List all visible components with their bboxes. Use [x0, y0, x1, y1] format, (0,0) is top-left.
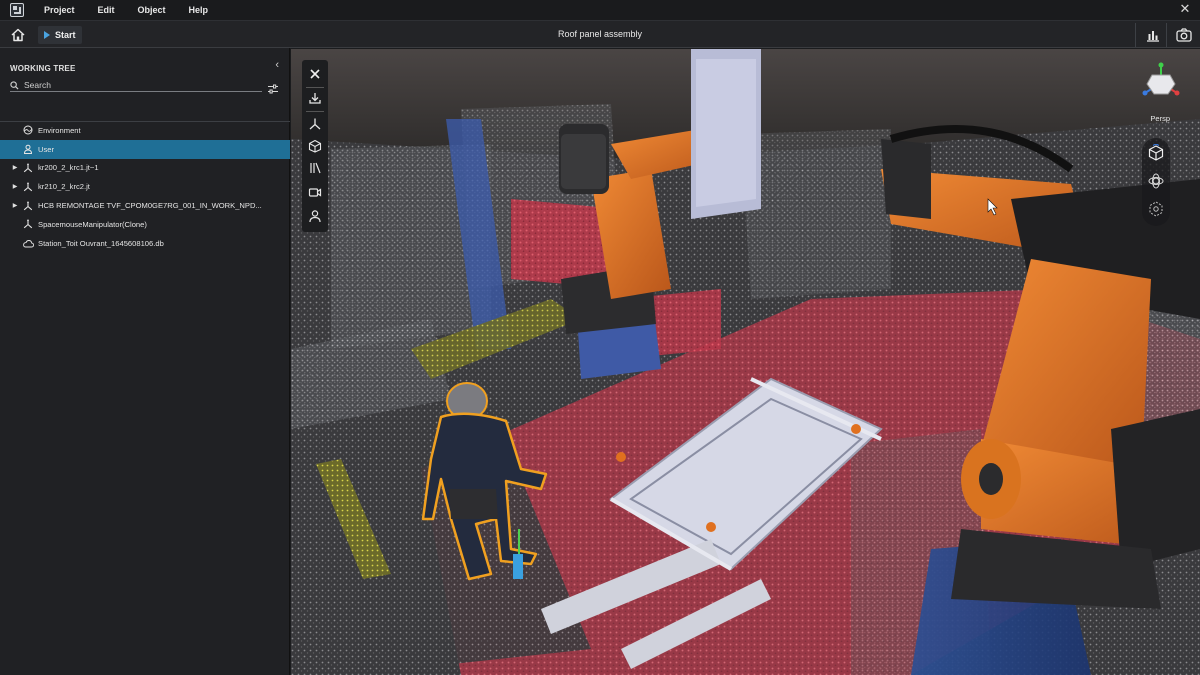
tree-item-station-point-cloud[interactable]: ▶ Station_Toit Ouvrant_1645608106.db [0, 234, 290, 253]
scene-render [291, 49, 1200, 675]
tree-item-user[interactable]: ▶ User [0, 139, 290, 159]
filter-settings-icon[interactable] [267, 81, 279, 94]
menu-help[interactable]: Help [189, 5, 209, 15]
environment-icon [22, 124, 34, 136]
toolbar-divider [306, 87, 324, 88]
tree-item-environment[interactable]: ▶ Environment [0, 121, 290, 140]
app-logo-icon [10, 3, 24, 17]
axes-icon [22, 181, 34, 193]
view-mode-label[interactable]: Persp [1150, 114, 1170, 123]
toolbar-divider [1135, 23, 1136, 47]
axes-icon [22, 200, 34, 212]
menu-project[interactable]: Project [44, 5, 75, 15]
expand-arrow-icon[interactable]: ▶ [10, 164, 20, 171]
navigation-tools [1142, 138, 1170, 226]
orientation-gizmo[interactable] [1138, 60, 1184, 106]
cube-icon[interactable] [306, 137, 324, 155]
explode-icon[interactable] [1147, 200, 1165, 218]
tree-item-label: Environment [38, 125, 81, 135]
tree-item-label: HCB REMONTAGE TVF_CPOM0GE7RG_001_IN_WORK… [38, 201, 262, 211]
video-camera-icon[interactable] [306, 183, 324, 201]
axes-icon[interactable] [306, 115, 324, 133]
user-icon [22, 143, 34, 155]
measure-icon[interactable] [306, 159, 324, 177]
working-tree-panel: WORKING TREE ‹ ▶ Environment ▶ User ▶ [0, 48, 290, 675]
tree-item-label: Station_Toit Ouvrant_1645608106.db [38, 238, 164, 248]
camera-icon[interactable] [1175, 26, 1193, 44]
tree-item-label: kr200_2_krc1.jt~1 [38, 163, 99, 173]
3d-viewport[interactable] [291, 49, 1200, 675]
download-icon[interactable] [306, 89, 324, 107]
tree-item-kr200[interactable]: ▶ kr200_2_krc1.jt~1 [0, 159, 290, 178]
statistics-icon[interactable] [1144, 26, 1162, 44]
tree-item-label: SpacemouseManipulator(Clone) [38, 219, 147, 229]
cloud-icon [22, 237, 34, 249]
axes-icon [22, 162, 34, 174]
toolbar-divider [1166, 23, 1167, 47]
working-tree: ▶ Environment ▶ User ▶ kr200_2_krc1.jt~1… [0, 121, 290, 253]
viewport-toolbar [302, 60, 328, 232]
tree-item-label: User [38, 144, 55, 154]
menu-object[interactable]: Object [138, 5, 166, 15]
toolbar-divider [306, 111, 324, 112]
tree-item-spacemouse-manipulator[interactable]: ▶ SpacemouseManipulator(Clone) [0, 215, 290, 234]
menu-bar: Project Edit Object Help ✕ [0, 0, 1200, 20]
collapse-panel-icon[interactable]: ‹ [275, 59, 279, 71]
close-window-icon[interactable]: ✕ [1178, 2, 1192, 16]
expand-arrow-icon[interactable]: ▶ [10, 183, 20, 190]
menu-edit[interactable]: Edit [98, 5, 115, 15]
cube-view-icon[interactable] [1147, 143, 1165, 162]
document-title: Roof panel assembly [557, 29, 643, 39]
panel-title: WORKING TREE [10, 64, 76, 73]
search-icon [10, 80, 19, 90]
tree-item-kr210[interactable]: ▶ kr210_2_krc2.jt [0, 177, 290, 196]
expand-arrow-icon[interactable]: ▶ [10, 202, 20, 209]
close-icon[interactable] [306, 65, 324, 83]
toolbar: Start Roof panel assembly [0, 20, 1200, 48]
search-input[interactable] [24, 80, 244, 90]
search-box [10, 79, 262, 92]
tree-item-label: kr210_2_krc2.jt [38, 182, 90, 192]
user-icon[interactable] [306, 207, 324, 225]
orbit-icon[interactable] [1147, 172, 1165, 190]
tree-item-hcb-remontage[interactable]: ▶ HCB REMONTAGE TVF_CPOM0GE7RG_001_IN_WO… [0, 196, 290, 215]
axes-icon [22, 218, 34, 230]
